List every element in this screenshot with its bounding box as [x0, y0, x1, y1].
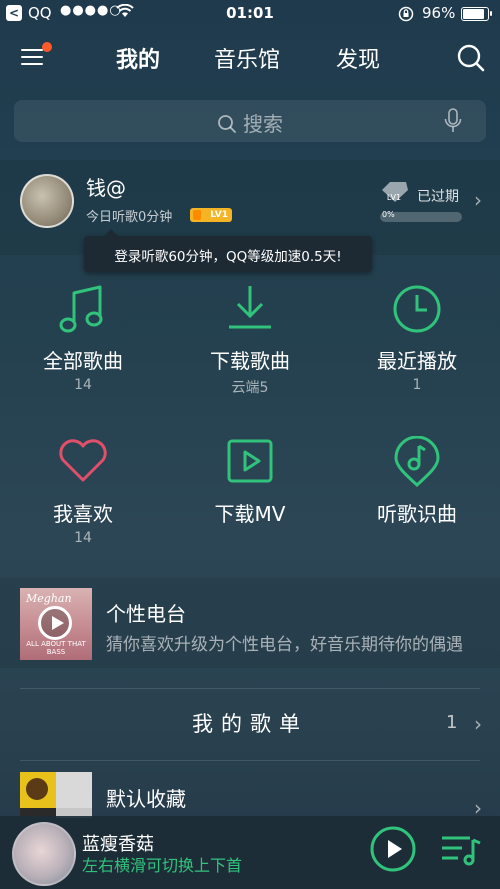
playlist-queue-icon[interactable] [440, 834, 482, 866]
grid-all-songs[interactable]: 全部歌曲 14 [0, 283, 166, 403]
tab-mine[interactable]: 我的 [116, 42, 160, 74]
play-button[interactable] [370, 826, 416, 872]
battery-icon [461, 7, 489, 21]
radio-description: 猜你喜欢升级为个性电台，好音乐期待你的偶遇 [106, 635, 463, 655]
search-field-icon [218, 115, 236, 133]
grid-count: 14 [74, 530, 92, 546]
avatar[interactable] [20, 174, 74, 228]
menu-icon-bar [21, 56, 43, 58]
grid-label: 最近播放 [377, 349, 457, 373]
divider [20, 688, 480, 689]
grid-count: 14 [74, 377, 92, 393]
grid-recognize-song[interactable]: 听歌识曲 [334, 436, 500, 556]
user-name: 钱@ [86, 176, 126, 200]
clock-icon [393, 285, 441, 333]
radio-cover-subtitle: ALL ABOUT THAT BASS [26, 640, 86, 656]
radio-cover[interactable]: Meghan ALL ABOUT THAT BASS [20, 588, 92, 660]
tab-music-hall[interactable]: 音乐馆 [214, 42, 280, 74]
player-hint: 左右横滑可切换上下首 [82, 856, 243, 875]
listen-today-text: 今日听歌0分钟 [86, 210, 173, 225]
vip-level-icon: LV1 [382, 182, 408, 202]
battery-level-fill [463, 9, 485, 19]
playlists-count[interactable]: 1 [446, 712, 457, 733]
vip-progress-label: 0% [382, 210, 395, 219]
grid-label: 我喜欢 [53, 502, 113, 526]
playlist-title[interactable]: 默认收藏 [106, 783, 186, 812]
menu-icon-bar [21, 63, 43, 65]
recognize-song-icon [394, 436, 440, 488]
search-placeholder: 搜索 [243, 112, 283, 136]
download-icon [229, 286, 271, 329]
battery-tip [490, 11, 492, 16]
my-playlists-header: 我的歌单 [192, 712, 308, 736]
music-note-icon [59, 285, 103, 333]
menu-icon [21, 49, 43, 51]
grid-downloaded-mv[interactable]: 下载MV [167, 436, 333, 556]
battery-percent: 96% [422, 4, 456, 22]
vip-level-text: LV1 [387, 193, 401, 202]
radio-title: 个性电台 [106, 602, 186, 626]
profile-chevron-icon: › [474, 188, 482, 212]
grid-recent-plays[interactable]: 最近播放 1 [334, 283, 500, 403]
status-bar: < QQ ●●●●○ 01:01 96% [0, 0, 500, 28]
menu-button[interactable] [18, 42, 52, 69]
grid-label: 听歌识曲 [377, 502, 457, 526]
level-badge[interactable]: LV1 [190, 208, 232, 222]
playlists-chevron-icon[interactable]: › [474, 712, 482, 736]
microphone-icon[interactable] [443, 108, 463, 134]
tab-discover[interactable]: 发现 [336, 42, 380, 74]
cover-tile [56, 772, 92, 808]
search-icon[interactable] [456, 43, 486, 73]
vip-status: 已过期 [417, 189, 459, 205]
mv-play-icon [227, 439, 273, 483]
search-input[interactable]: 搜索 [14, 100, 486, 142]
grid-favorites[interactable]: 我喜欢 14 [0, 436, 166, 556]
grid-downloaded-songs[interactable]: 下载歌曲 云端5 [167, 283, 333, 403]
cover-tree [26, 778, 48, 800]
level-tooltip: 登录听歌60分钟，QQ等级加速0.5天! [84, 229, 372, 272]
radio-cover-title: Meghan [26, 592, 72, 605]
search-placeholder-row: 搜索 [14, 108, 486, 137]
grid-label: 全部歌曲 [43, 349, 123, 373]
heart-icon [59, 439, 107, 482]
notification-dot [42, 42, 52, 52]
grid-count: 云端5 [231, 380, 269, 396]
grid-count: 1 [412, 377, 422, 393]
tooltip-text: 登录听歌60分钟，QQ等级加速0.5天! [114, 249, 342, 265]
radio-play-icon[interactable] [38, 606, 72, 640]
grid-label: 下载MV [214, 502, 286, 526]
player-album-art[interactable] [12, 822, 76, 886]
favorites-cover[interactable] [20, 772, 92, 818]
divider [20, 760, 480, 761]
grid-label: 下载歌曲 [210, 349, 290, 373]
rotation-lock-icon [398, 6, 414, 22]
